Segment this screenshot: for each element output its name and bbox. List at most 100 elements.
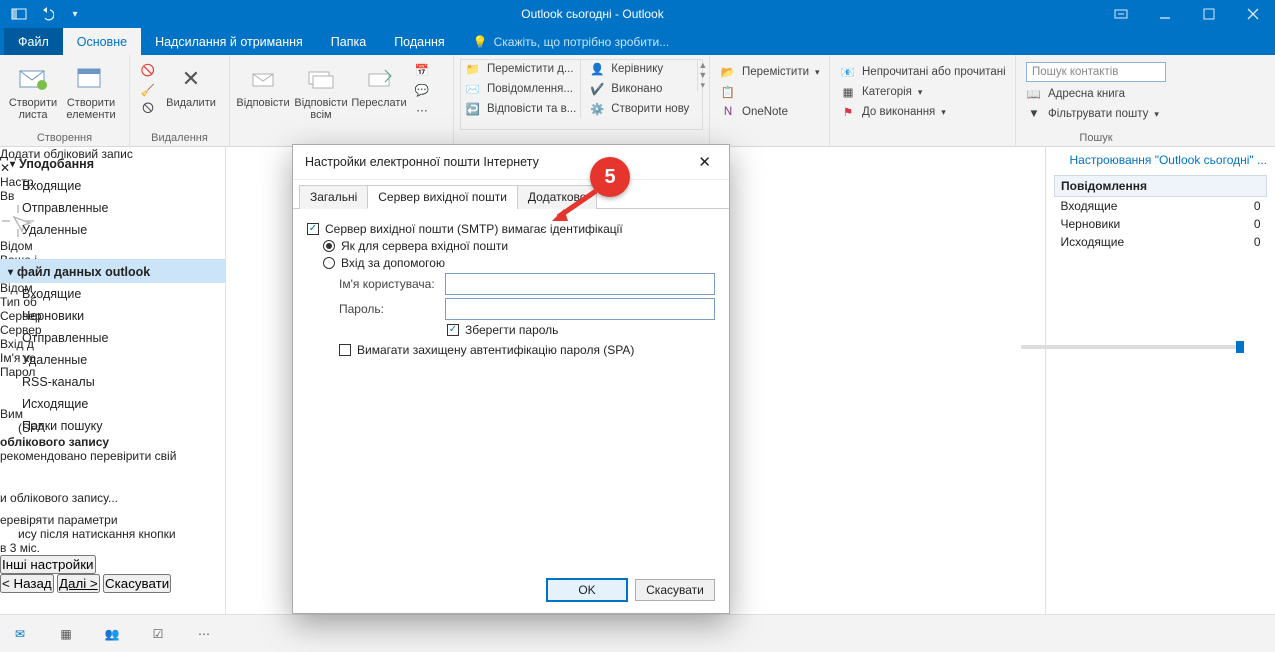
today-inbox-label[interactable]: Входящие [1055, 197, 1225, 216]
today-drafts-label[interactable]: Черновики [1055, 215, 1225, 233]
move-button[interactable]: 📂Перемістити▾ [716, 63, 824, 81]
folder-rss[interactable]: RSS-каналы [0, 371, 225, 393]
outlook-today-link[interactable]: Настроювання "Outlook сьогодні" ... [1054, 153, 1267, 175]
quickstep-notify[interactable]: ✉️Повідомлення... [461, 80, 580, 98]
delete-icon: ✕ [175, 63, 207, 95]
nav-mail-icon[interactable]: ✉ [10, 624, 30, 644]
address-book-button[interactable]: 📖Адресна книга [1022, 85, 1170, 103]
maximize-button[interactable] [1187, 0, 1231, 28]
fav-sent[interactable]: Отправленные [0, 197, 225, 219]
junk-icon: 🛇 [140, 102, 156, 118]
qs-new-label: Створити нову [611, 103, 689, 115]
meeting-button[interactable]: 📅 [410, 61, 434, 79]
qs-move-label: Перемістити д... [487, 63, 574, 75]
unread-button[interactable]: 📧Непрочитані або прочитані [836, 63, 1010, 81]
cancel-button[interactable]: Скасувати [635, 579, 715, 601]
qs-notify-label: Повідомлення... [487, 83, 573, 95]
smtp-dialog-title: Настройки електронної пошти Інтернету [305, 155, 539, 169]
delete-button[interactable]: ✕ Видалити [164, 59, 218, 109]
tab-view[interactable]: Подання [380, 28, 458, 55]
group-new-label: Створення [6, 130, 123, 144]
smtp-auth-checkbox[interactable]: Сервер вихідної пошти (SMTP) вимагає іде… [307, 222, 715, 236]
messages-header: Повідомлення [1055, 176, 1267, 197]
tab-outgoing-server[interactable]: Сервер вихідної пошти [367, 185, 518, 209]
junk-button[interactable]: 🛇 [136, 101, 160, 119]
filter-email-button[interactable]: ▼Фільтрувати пошту▾ [1022, 105, 1170, 123]
tab-general[interactable]: Загальні [299, 185, 368, 209]
quickstep-new[interactable]: ⚙️ Створити нову [585, 100, 693, 118]
rules-button[interactable]: 📋 [716, 83, 824, 101]
nav-more-icon[interactable]: ⋯ [194, 624, 214, 644]
im-button[interactable]: 💬 [410, 81, 434, 99]
password-input[interactable] [445, 298, 715, 320]
tell-me[interactable]: 💡 Скажіть, що потрібно зробити... [459, 28, 670, 55]
ribbon-display-icon[interactable] [1099, 0, 1143, 28]
move-icon: 📂 [720, 64, 736, 80]
smtp-close-button[interactable]: ✕ [692, 153, 717, 171]
today-outbox-count: 0 [1224, 233, 1266, 251]
nav-people-icon[interactable]: 👥 [102, 624, 122, 644]
forward-button[interactable]: Переслати [352, 59, 406, 109]
reply-button[interactable]: Відповісти [236, 59, 290, 109]
reply-all-button[interactable]: Відповісти всім [294, 59, 348, 121]
search-people-input[interactable]: Пошук контактів [1026, 62, 1166, 82]
navigation-pane: ▾Уподобання Входящие Отправленные Удален… [0, 147, 226, 614]
quickstep-replydel[interactable]: ↩️Відповісти та в... [461, 100, 580, 118]
nav-calendar-icon[interactable]: ▦ [56, 624, 76, 644]
quickstep-down[interactable]: ▼ [698, 70, 707, 80]
fav-deleted[interactable]: Удаленные [0, 219, 225, 241]
check-icon: ✔️ [589, 81, 605, 97]
tab-file[interactable]: Файл [4, 28, 63, 55]
tell-me-label: Скажіть, що потрібно зробити... [494, 35, 670, 49]
offline-slider-thumb[interactable] [1236, 341, 1244, 353]
tab-home[interactable]: Основне [63, 28, 141, 55]
folder-outbox[interactable]: Исходящие [0, 393, 225, 415]
quickstep-move[interactable]: 📁Перемістити д... [461, 60, 580, 78]
folder-search[interactable]: Папки пошуку [0, 415, 225, 437]
ok-button[interactable]: OK [547, 579, 627, 601]
more-respond-button[interactable]: ⋯ [410, 101, 434, 119]
minimize-button[interactable] [1143, 0, 1187, 28]
tab-folder[interactable]: Папка [317, 28, 380, 55]
new-items-button[interactable]: Створити елементи [64, 59, 118, 121]
forward-icon [363, 63, 395, 95]
manager-icon: 👤 [589, 61, 605, 77]
onenote-button[interactable]: NOneNote [716, 103, 824, 121]
favorites-header[interactable]: ▾Уподобання [0, 153, 225, 175]
followup-button[interactable]: ⚑До виконання▾ [836, 103, 1010, 121]
undo-icon[interactable] [36, 3, 58, 25]
radio-icon [323, 257, 335, 269]
quickstep-done[interactable]: ✔️Виконано [585, 80, 693, 98]
radio-same-as-incoming[interactable]: Як для сервера вхідної пошти [323, 239, 715, 253]
quickstep-up[interactable]: ▲ [698, 60, 707, 70]
nav-tasks-icon[interactable]: ☑ [148, 624, 168, 644]
spa-label: Вимагати захищену автентифікацію пароля … [357, 343, 634, 357]
folder-drafts[interactable]: Черновики [0, 305, 225, 327]
radio-logon-label: Вхід за допомогою [341, 256, 445, 270]
quickstep-more[interactable]: ▾ [698, 80, 707, 91]
radio-logon-using[interactable]: Вхід за допомогою [323, 256, 715, 270]
qat-customize-icon[interactable]: ▾ [64, 3, 86, 25]
fav-inbox[interactable]: Входящие [0, 175, 225, 197]
gear-icon: ⚙️ [589, 101, 605, 117]
ignore-button[interactable]: 🚫 [136, 61, 160, 79]
cleanup-button[interactable]: 🧹 [136, 81, 160, 99]
username-input[interactable] [445, 273, 715, 295]
new-mail-button[interactable]: Створити листа [6, 59, 60, 121]
broom-icon: 🧹 [140, 82, 156, 98]
move-label: Перемістити [742, 66, 809, 78]
tab-send-receive[interactable]: Надсилання й отримання [141, 28, 317, 55]
categorize-button[interactable]: ▦Категорія▾ [836, 83, 1010, 101]
close-button[interactable] [1231, 0, 1275, 28]
folder-deleted[interactable]: Удаленные [0, 349, 225, 371]
folder-inbox[interactable]: Входящие [0, 283, 225, 305]
spa-checkbox[interactable]: Вимагати захищену автентифікацію пароля … [339, 343, 715, 357]
datafile-header[interactable]: ▾файл данных outlook [0, 259, 225, 283]
app-icon [8, 3, 30, 25]
quickstep-manager[interactable]: 👤Керівнику [585, 60, 693, 78]
internet-email-settings-dialog: Настройки електронної пошти Інтернету ✕ … [292, 144, 730, 614]
folder-sent[interactable]: Отправленные [0, 327, 225, 349]
remember-password-checkbox[interactable]: Зберегти пароль [447, 323, 715, 337]
today-outbox-label[interactable]: Исходящие [1055, 233, 1225, 251]
ribbon: Створити листа Створити елементи Створен… [0, 55, 1275, 147]
